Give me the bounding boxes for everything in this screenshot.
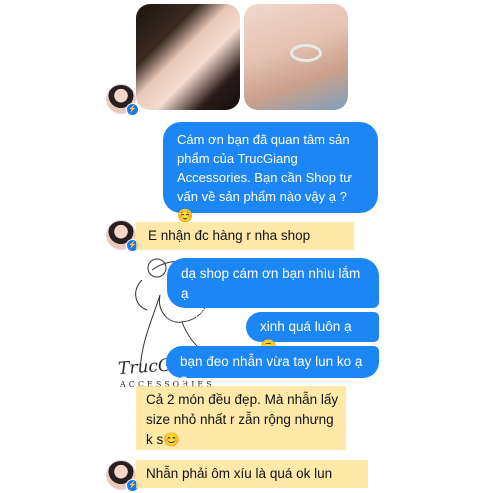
ring-shape: [290, 44, 322, 62]
photo-selfie[interactable]: [136, 4, 240, 110]
message-text: dạ shop cám ơn bạn nhìu lắm ạ: [181, 266, 361, 301]
message-incoming[interactable]: Cả 2 món đều đẹp. Mà nhẫn lấy size nhỏ n…: [138, 388, 348, 450]
message-text: Cả 2 món đều đẹp. Mà nhẫn lấy size nhỏ n…: [146, 392, 339, 447]
message-text: Nhẫn phải ôm xíu là quá ok lun: [146, 466, 333, 481]
message-incoming[interactable]: E nhận đc hàng r nha shop: [138, 222, 352, 250]
message-incoming[interactable]: Nhẫn phải ôm xíu là quá ok lun: [138, 460, 368, 488]
message-outgoing[interactable]: bạn đeo nhẫn vừa tay lun ko ạ ?: [166, 346, 379, 389]
message-outgoing[interactable]: dạ shop cám ơn bạn nhìu lắm ạ 😍😍😍: [167, 258, 379, 323]
photo-ring-hand[interactable]: [244, 4, 348, 110]
message-text: E nhận đc hàng r nha shop: [148, 228, 311, 243]
messenger-badge-icon: ⚡: [126, 103, 139, 116]
message-outgoing[interactable]: Cám ơn bạn đã quan tâm sản phẩm của Truc…: [163, 122, 378, 223]
message-text: Cám ơn bạn đã quan tâm sản phẩm của Truc…: [177, 132, 352, 223]
message-outgoing[interactable]: xinh quá luôn ạ 🙃: [246, 312, 379, 354]
